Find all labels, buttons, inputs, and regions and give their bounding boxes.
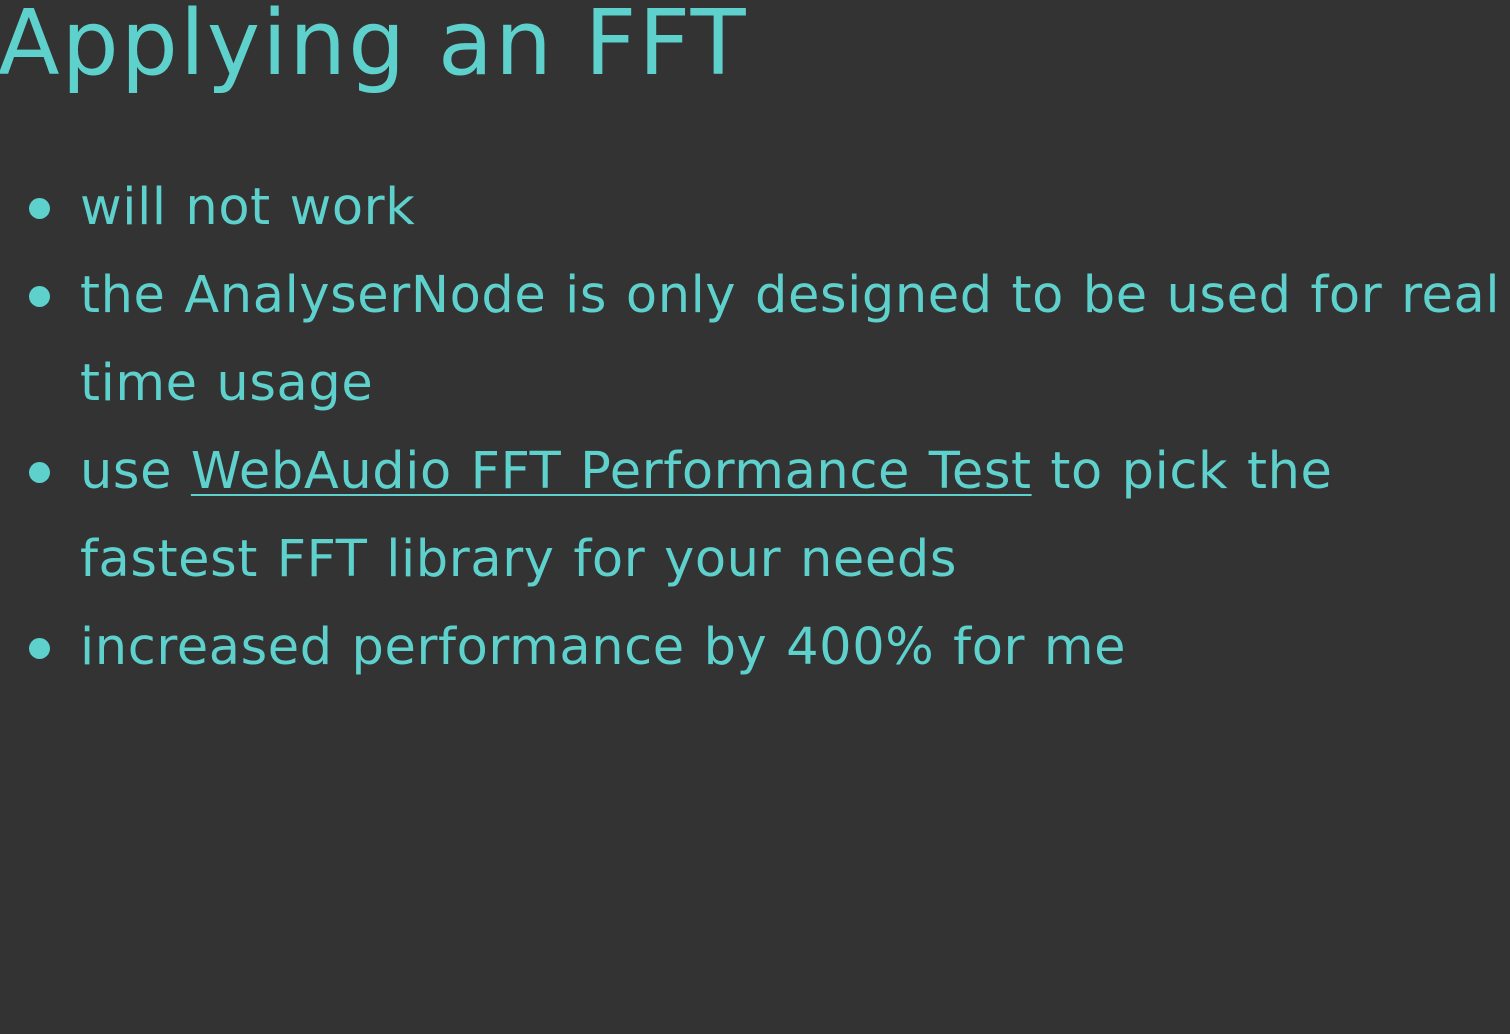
bullet-icon [29, 462, 50, 483]
slide-title: Applying an FFT [0, 0, 748, 96]
list-item: increased performance by 400% for me [29, 604, 1505, 692]
bullet-text: increased performance by 400% for me [80, 618, 1127, 677]
bullet-text-before-link: use [80, 442, 191, 501]
list-item: the AnalyserNode is only designed to be … [29, 252, 1505, 428]
bullet-icon [29, 638, 50, 659]
bullet-text: will not work [80, 178, 416, 237]
list-item: will not work [29, 164, 1505, 252]
webaudio-fft-performance-test-link[interactable]: WebAudio FFT Performance Test [191, 442, 1032, 501]
bullet-text: the AnalyserNode is only designed to be … [80, 266, 1501, 413]
bullet-list: will not work the AnalyserNode is only d… [29, 164, 1505, 692]
slide: Applying an FFT will not work the Analys… [0, 0, 1510, 1034]
list-item: use WebAudio FFT Performance Test to pic… [29, 428, 1505, 604]
bullet-icon [29, 286, 50, 307]
bullet-icon [29, 198, 50, 219]
